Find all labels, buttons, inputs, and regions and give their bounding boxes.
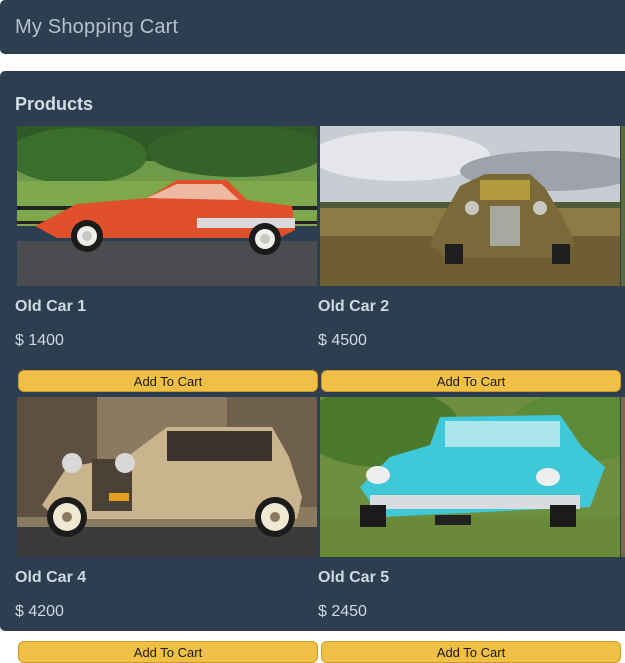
section-title: Products (15, 94, 94, 114)
product-price: $ 2450 (318, 603, 367, 620)
product-name: Old Car 4 (15, 569, 87, 586)
app-title: My Shopping Cart (15, 15, 179, 38)
add-to-cart-button[interactable]: Add To Cart (321, 370, 621, 392)
product-card-partial (621, 397, 625, 557)
product-price: $ 1400 (15, 332, 64, 349)
app-header: My Shopping Cart (0, 0, 625, 54)
add-to-cart-button[interactable]: Add To Cart (18, 370, 318, 392)
product-image[interactable] (17, 397, 317, 557)
add-to-cart-button[interactable]: Add To Cart (321, 641, 621, 663)
product-name: Old Car 5 (318, 569, 390, 586)
product-price: $ 4200 (15, 603, 64, 620)
product-price: $ 4500 (318, 332, 367, 349)
product-image[interactable] (320, 126, 620, 286)
product-image[interactable] (320, 397, 620, 557)
product-card-partial (621, 126, 625, 286)
product-name: Old Car 1 (15, 298, 87, 315)
products-panel: Products Old Car 1 $ 1400 Add To Cart Ol… (0, 71, 625, 663)
add-to-cart-button[interactable]: Add To Cart (18, 641, 318, 663)
product-name: Old Car 2 (318, 298, 390, 315)
product-image[interactable] (17, 126, 317, 286)
